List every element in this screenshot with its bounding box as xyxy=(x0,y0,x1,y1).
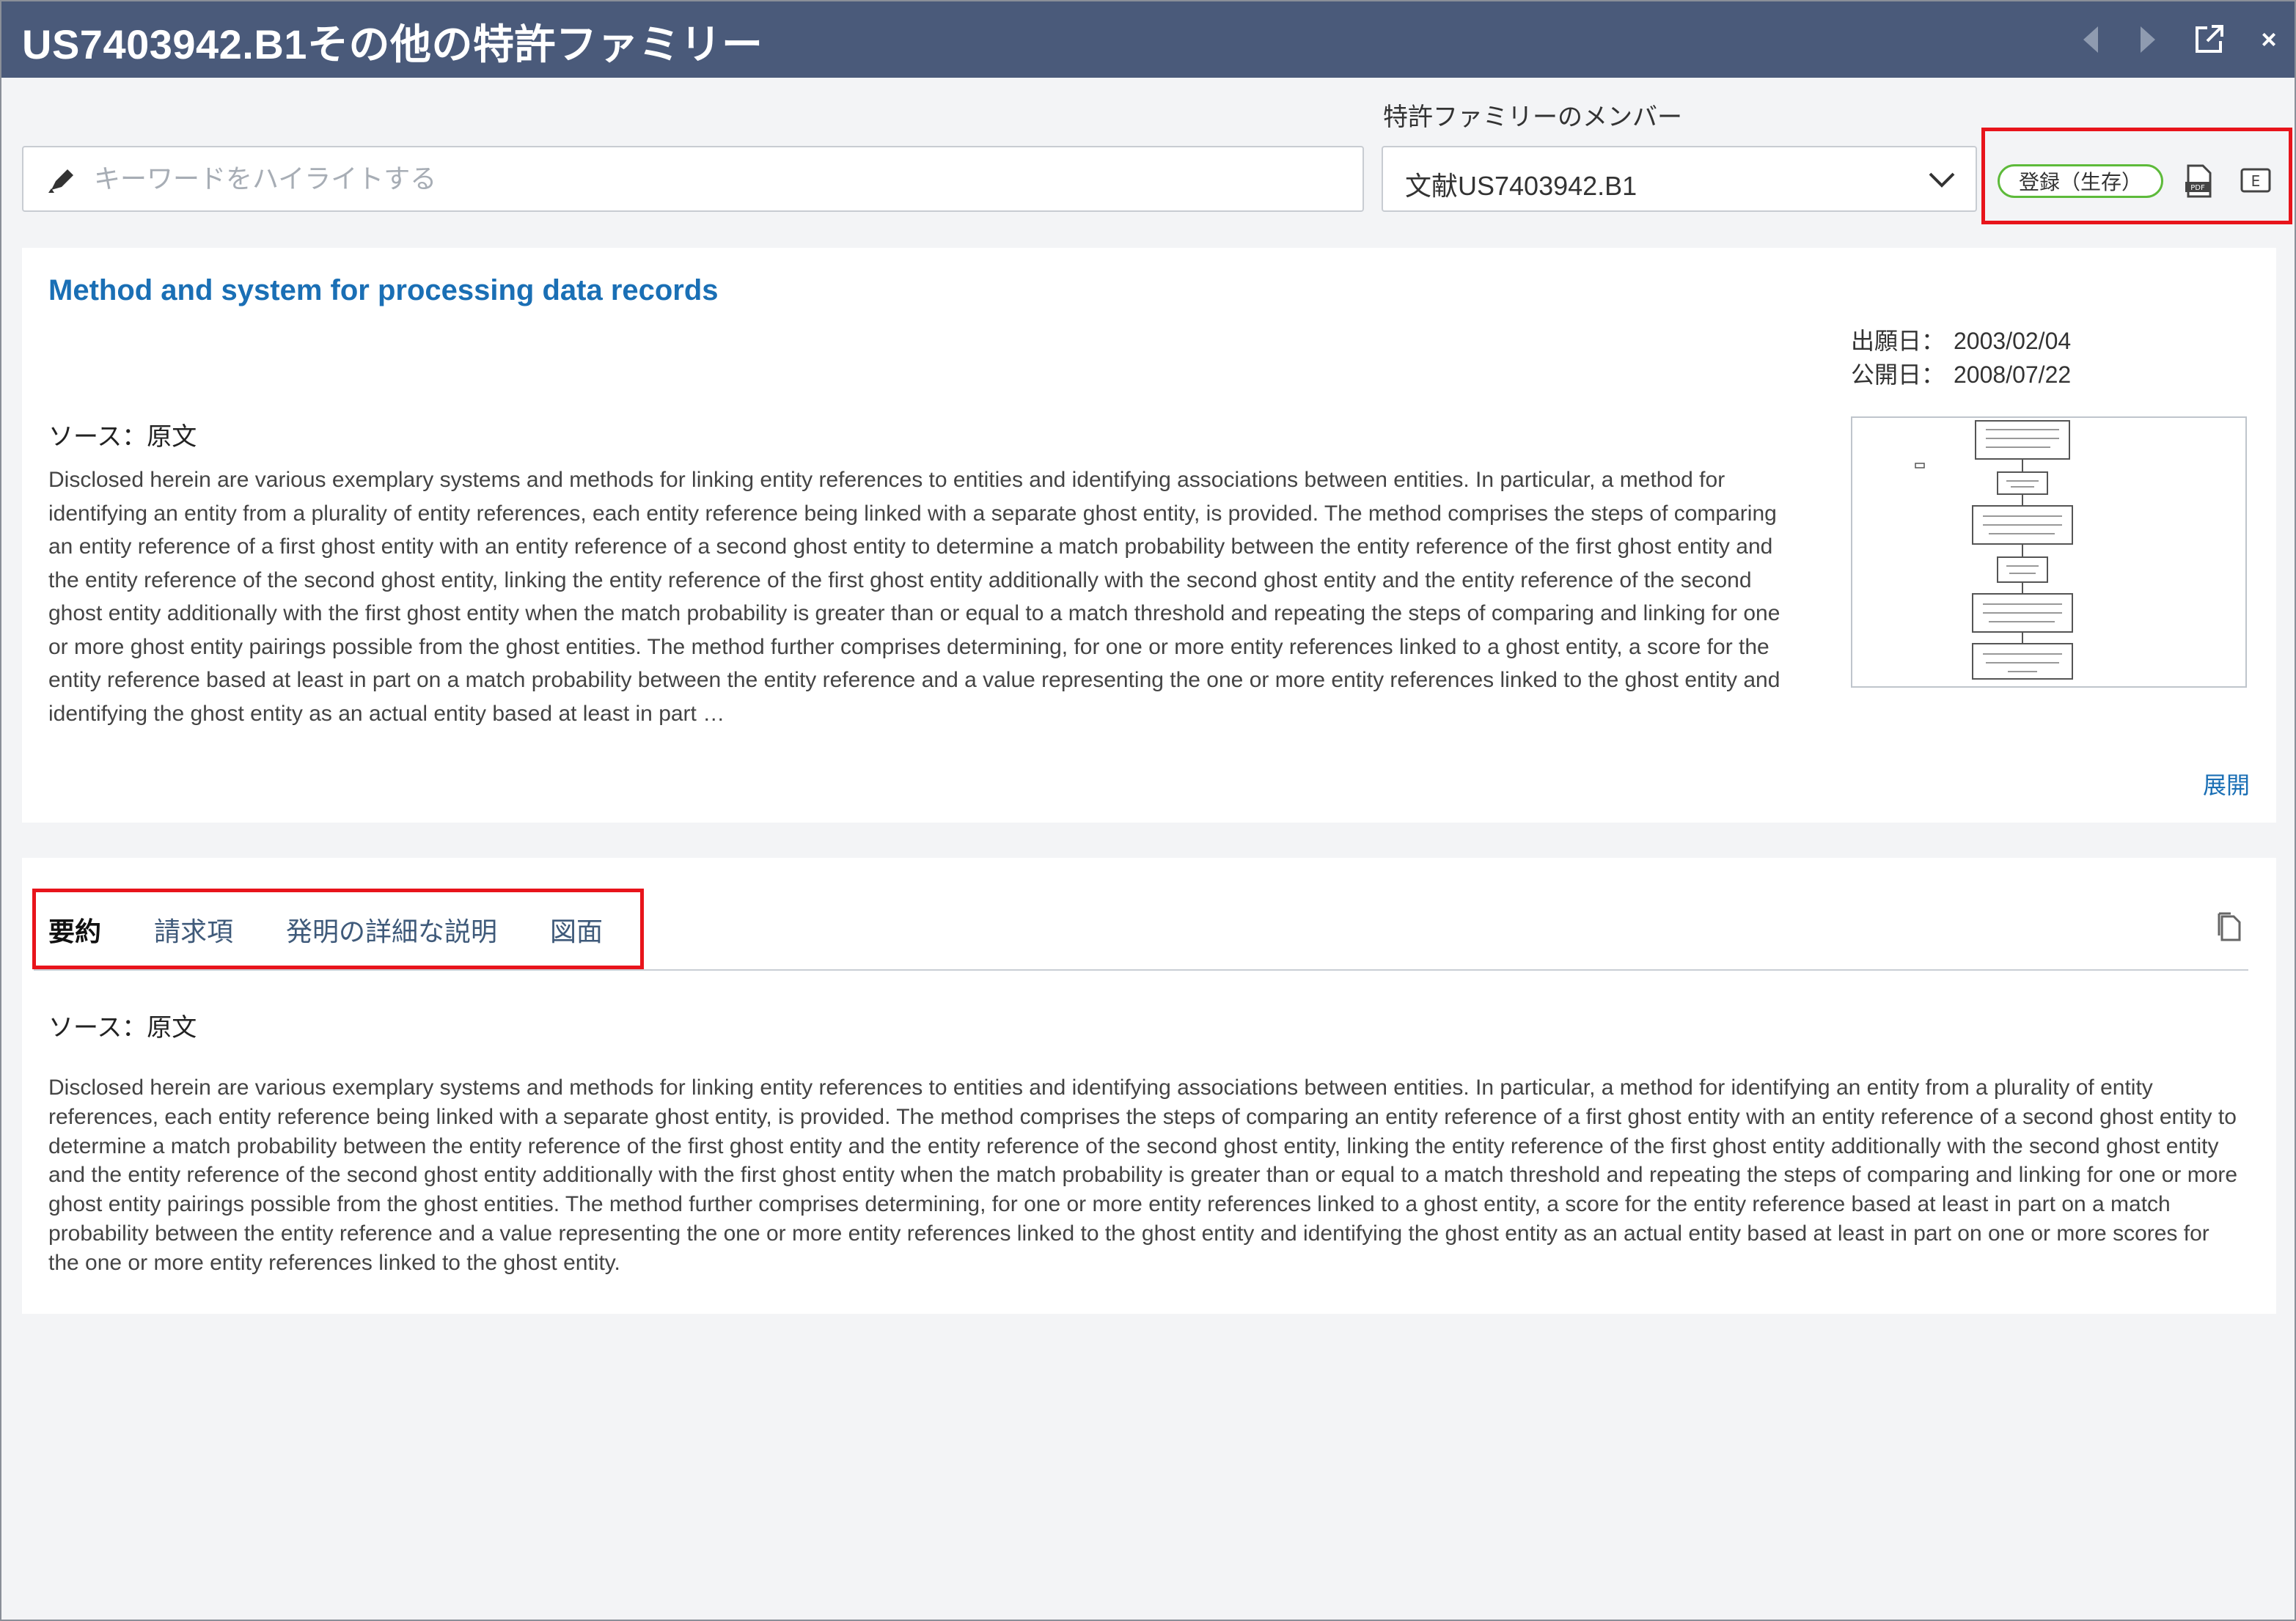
summary-source-label: ソース：原文 xyxy=(48,423,197,451)
pdf-download-button[interactable]: PDF xyxy=(2182,164,2215,198)
prev-button[interactable] xyxy=(2068,18,2112,62)
section-tabs: 要約 請求項 発明の詳細な説明 図面 xyxy=(48,911,656,955)
chevron-left-icon xyxy=(2083,26,2098,53)
flowchart-thumbnail-icon xyxy=(1915,420,2073,680)
pdf-file-icon: PDF xyxy=(2185,164,2212,198)
legal-status-badge: 登録（生存） xyxy=(1998,164,2163,198)
patent-family-window: US7403942.B1その他の特許ファミリー × 特許ファミリーのメンバー 文… xyxy=(0,0,2296,1621)
close-button[interactable]: × xyxy=(2247,18,2291,62)
e-icon-label: E xyxy=(2251,172,2261,190)
section-source-label: ソース：原文 xyxy=(48,1014,197,1042)
drawing-thumbnail[interactable] xyxy=(1851,416,2247,688)
publication-date-label: 公開日： xyxy=(1851,361,1945,388)
copy-button[interactable] xyxy=(2215,911,2244,946)
keyword-highlight-field[interactable] xyxy=(22,146,1364,212)
tabs-divider xyxy=(34,969,2248,971)
copy-icon xyxy=(2218,912,2241,941)
title-bar: US7403942.B1その他の特許ファミリー × xyxy=(1,1,2295,78)
tab-drawings[interactable]: 図面 xyxy=(550,911,603,955)
filing-date-label: 出願日： xyxy=(1851,328,1945,354)
expand-link[interactable]: 展開 xyxy=(2203,767,2250,801)
tab-abstract[interactable]: 要約 xyxy=(48,911,101,955)
family-member-label: 特許ファミリーのメンバー xyxy=(1383,103,1682,131)
document-title[interactable]: Method and system for processing data re… xyxy=(48,274,719,307)
filing-date-value: 2003/02/04 xyxy=(1954,328,2072,354)
publication-date-row: 公開日： 2008/07/22 xyxy=(1851,358,2071,392)
tab-description[interactable]: 発明の詳細な説明 xyxy=(286,911,497,955)
popout-button[interactable] xyxy=(2187,18,2231,62)
pdf-icon-label: PDF xyxy=(2190,184,2205,192)
document-dates: 出願日： 2003/02/04 公開日： 2008/07/22 xyxy=(1851,324,2071,392)
keyword-highlight-input[interactable] xyxy=(94,155,1340,203)
filing-date-row: 出願日： 2003/02/04 xyxy=(1851,324,2071,358)
section-abstract-text: Disclosed herein are various exemplary s… xyxy=(48,1076,2238,1275)
highlighter-pen-icon xyxy=(48,169,73,193)
chevron-right-icon xyxy=(2141,26,2155,53)
window-title: US7403942.B1その他の特許ファミリー xyxy=(22,21,763,67)
family-member-select[interactable]: 文献US7403942.B1 xyxy=(1382,146,1977,212)
export-e-button[interactable]: E xyxy=(2240,166,2272,195)
chevron-down-icon xyxy=(1929,172,1955,188)
e-export-icon: E xyxy=(2240,168,2271,193)
external-link-icon xyxy=(2196,25,2223,53)
summary-abstract-text: Disclosed herein are various exemplary s… xyxy=(48,468,1780,726)
tab-claims[interactable]: 請求項 xyxy=(154,911,233,955)
publication-date-value: 2008/07/22 xyxy=(1954,361,2072,388)
next-button[interactable] xyxy=(2127,18,2171,62)
family-member-selected: 文献US7403942.B1 xyxy=(1405,171,1637,201)
